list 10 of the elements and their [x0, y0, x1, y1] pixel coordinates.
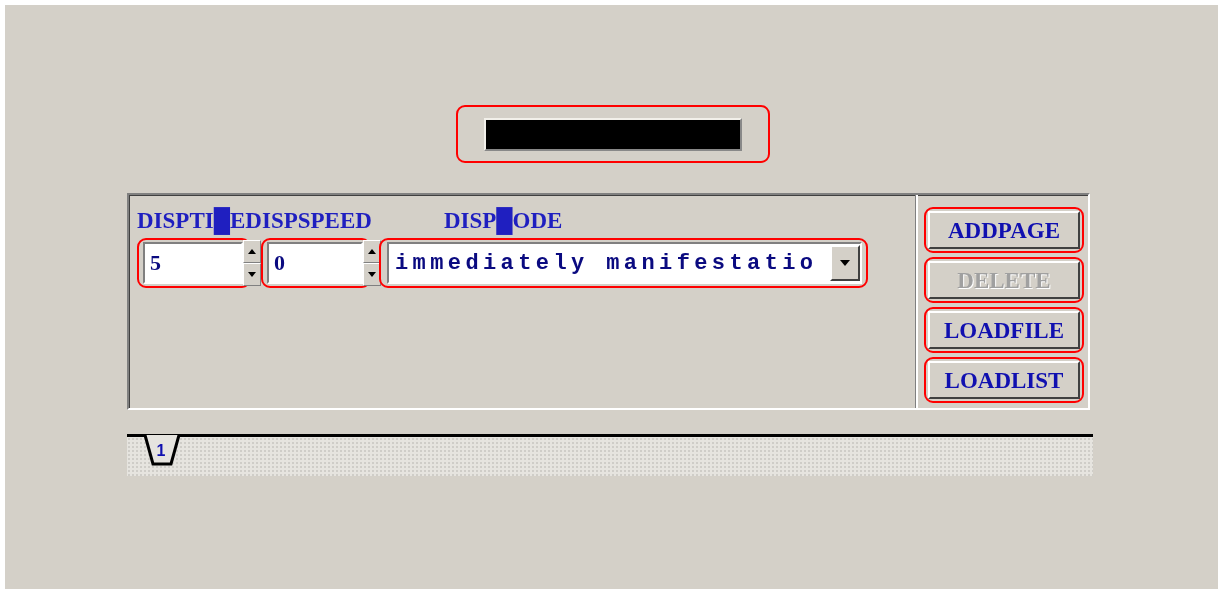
field-label: DISPSPEED: [245, 209, 372, 232]
spinner-arrows-icon[interactable]: [243, 240, 261, 286]
spin-field[interactable]: 5: [143, 242, 243, 284]
spin-field[interactable]: 0: [267, 242, 363, 284]
page-tab[interactable]: 1: [139, 434, 183, 468]
toolbar-button[interactable]: ADDPAGE: [928, 211, 1080, 249]
toolbar-button[interactable]: LOADFILE: [928, 311, 1080, 349]
toolbar-button[interactable]: LOADLIST: [928, 361, 1080, 399]
mode-dropdown[interactable]: immediately manifestatio: [387, 242, 862, 284]
spinner-arrows-icon[interactable]: [363, 240, 381, 286]
